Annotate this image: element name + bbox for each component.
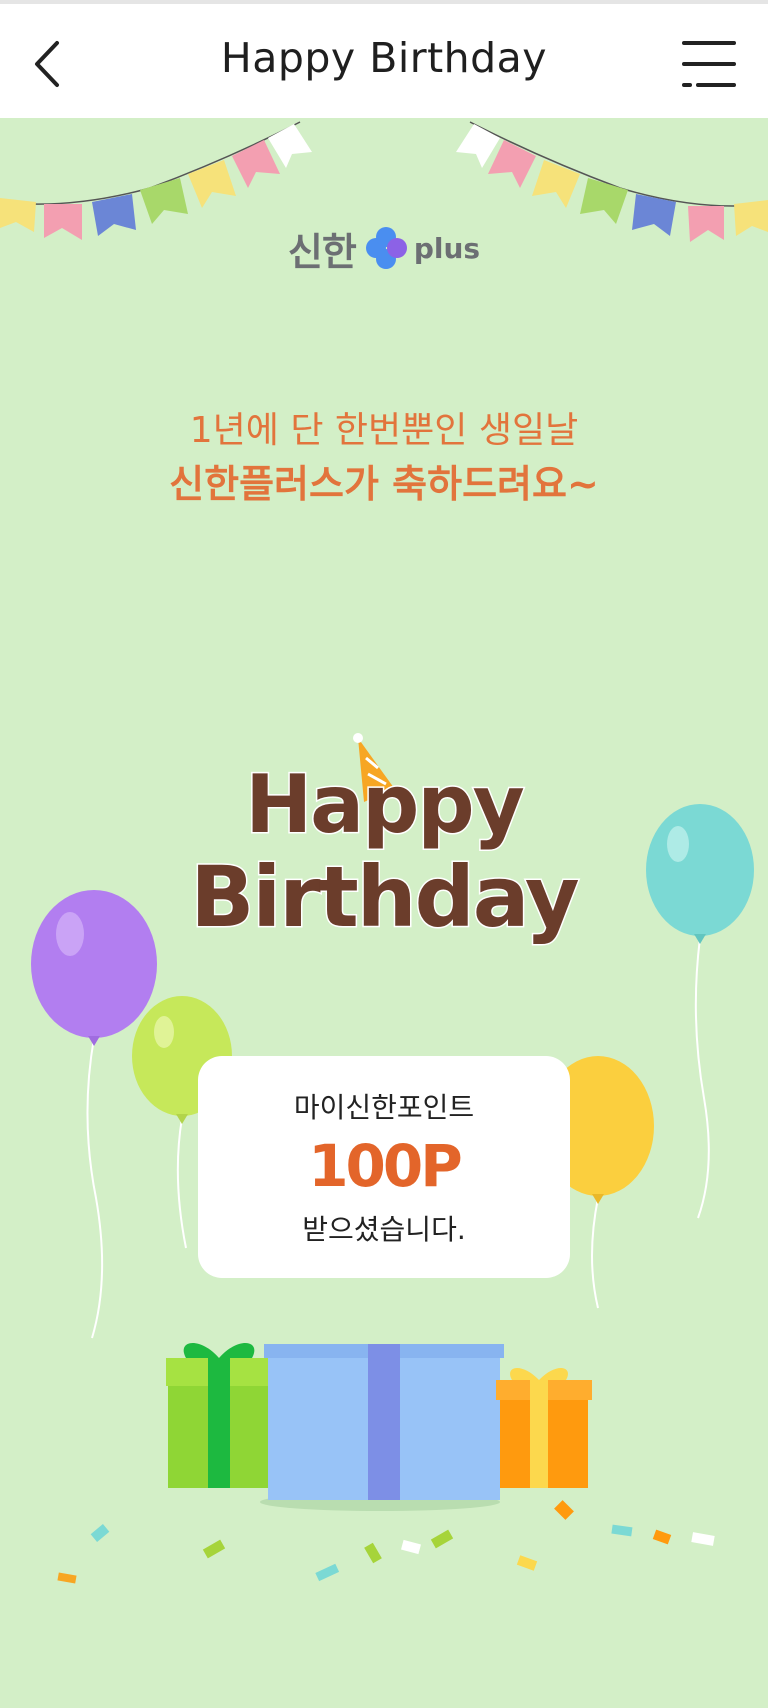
birthday-stage: 신한 plus 1년에 단 한번뿐인 생일날 신한플러스가 축하드려요~ Hap… (0, 118, 768, 1708)
menu-button[interactable] (676, 38, 740, 90)
orange-gift-box (496, 1367, 592, 1488)
purple-balloon (31, 890, 157, 1046)
reward-label: 마이신한포인트 (293, 1091, 475, 1124)
confetti-decoration (57, 1500, 715, 1584)
teal-balloon (646, 804, 754, 944)
page-title: Happy Birthday (220, 34, 548, 82)
celebration-illustration: Happy Birthday (31, 733, 754, 1584)
blue-gift-box (260, 1344, 504, 1511)
banner-word-happy: Happy (245, 758, 523, 851)
green-gift-box (166, 1342, 272, 1488)
reward-points: 100P (308, 1132, 463, 1200)
app-header: Happy Birthday (0, 0, 768, 118)
reward-card: 마이신한포인트 100P 받으셨습니다. (198, 1056, 570, 1278)
reward-suffix: 받으셨습니다. (302, 1213, 466, 1246)
hamburger-menu-icon (682, 41, 736, 87)
banner-word-birthday: Birthday (190, 848, 578, 946)
